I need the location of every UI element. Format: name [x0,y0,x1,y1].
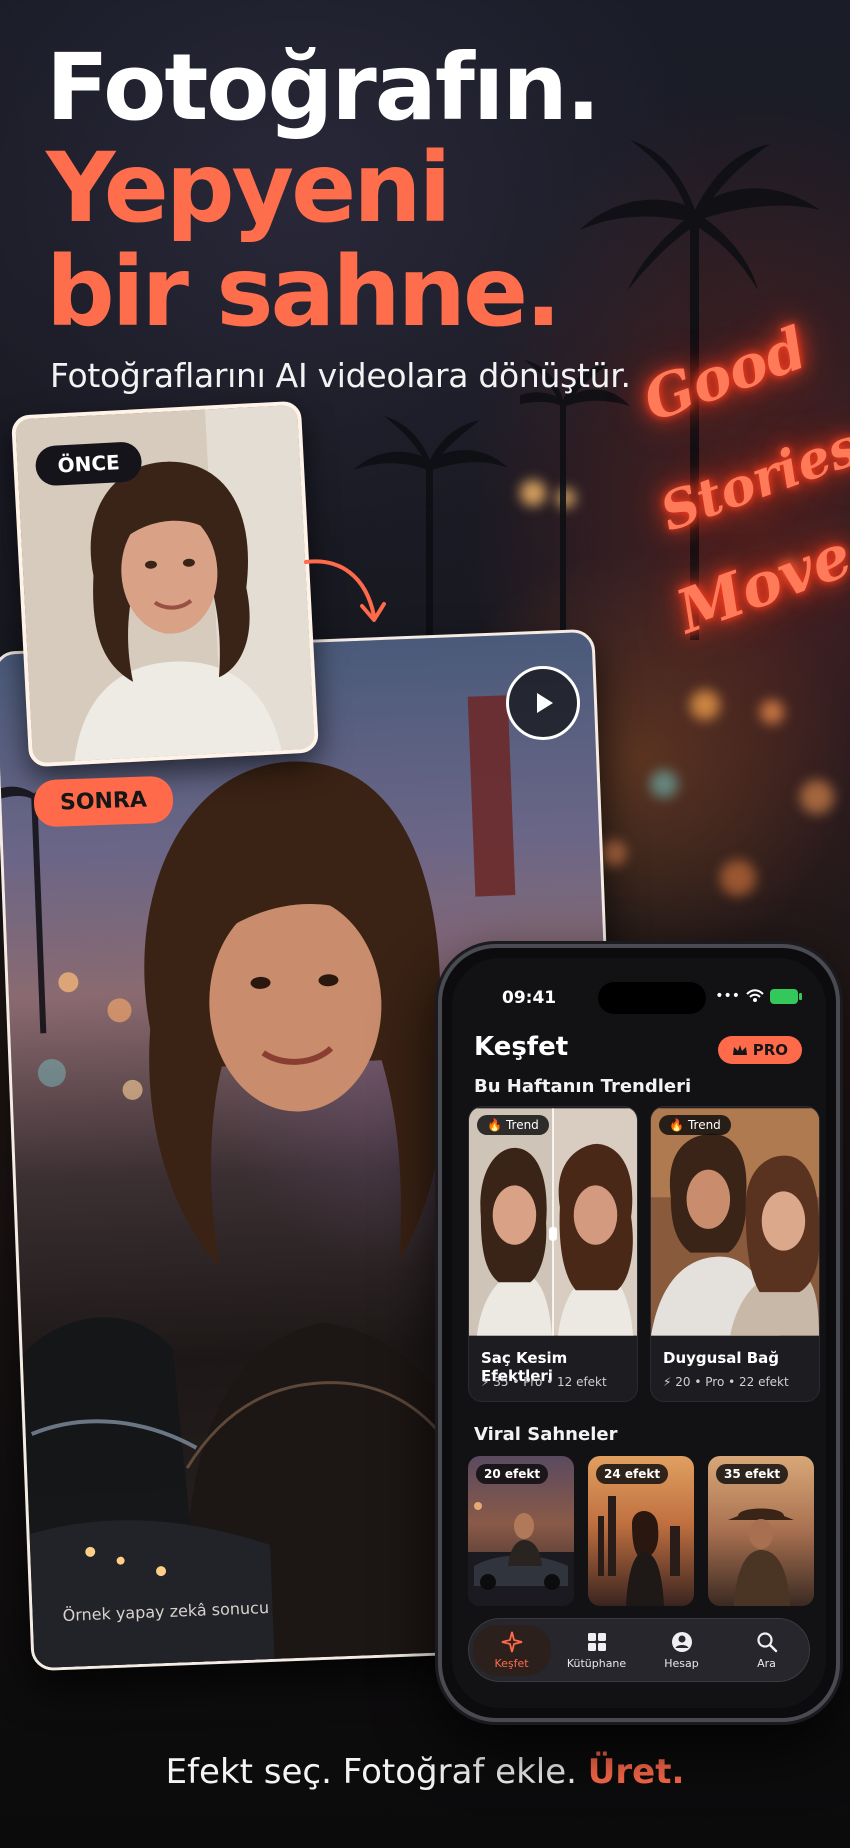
tab-label: Hesap [664,1656,699,1670]
play-button[interactable] [506,666,580,740]
before-label: ÖNCE [34,441,143,487]
phone-mockup: 09:41 ••• Keşfet PRO Bu Haftanın Trendle… [438,944,840,1722]
wifi-icon [746,989,764,1002]
trend-card-meta: ⚡ 20 • Pro • 22 efekt [663,1375,789,1389]
phone-screen: 09:41 ••• Keşfet PRO Bu Haftanın Trendle… [452,958,826,1708]
battery-icon [770,988,802,1004]
trends-section-title: Bu Haftanın Trendleri [474,1076,692,1097]
footer-accent: Üret. [587,1752,685,1792]
viral-card[interactable]: 35 efekt [708,1456,814,1606]
tab-kutuphane[interactable]: Kütüphane [558,1625,636,1676]
search-icon [756,1631,777,1652]
trend-card-meta-text: 35 • Pro • 12 efekt [493,1375,607,1389]
status-time: 09:41 [502,988,557,1008]
trend-card-meta: ⚡ 35 • Pro • 12 efekt [481,1375,607,1389]
sparkle-icon [501,1631,522,1652]
curved-arrow-icon [304,559,386,622]
headline-line-3: bir sahne. [46,236,562,348]
tab-kesfet[interactable]: Keşfet [472,1624,551,1676]
trend-chip-label: Trend [687,1118,721,1132]
tab-ara[interactable]: Ara [728,1625,806,1676]
trend-card[interactable]: 🔥 Trend Saç Kesim Efektleri ⚡ 35 • Pro •… [468,1106,638,1402]
trend-card-image [469,1108,637,1336]
headline: Fotoğrafın. Yepyeni bir sahne. [46,34,601,348]
headline-line-1: Fotoğrafın. [46,34,601,141]
neon-line-3: Move [668,520,850,648]
neon-line-1: Good [634,313,816,435]
viral-chip: 20 efekt [476,1464,549,1484]
trend-chip-label: Trend [505,1118,539,1132]
footer-text: Efekt seç. Fotoğraf ekle. [165,1752,577,1792]
before-photo-card: ÖNCE [10,400,320,768]
viral-section-title: Viral Sahneler [474,1424,618,1445]
viral-card[interactable]: 20 efekt [468,1456,574,1606]
bolt-icon: ⚡ [481,1375,490,1389]
neon-sign: Good Stories Move [625,296,850,723]
bolt-icon: ⚡ [663,1375,672,1389]
user-icon [671,1631,692,1652]
fire-icon: 🔥 [669,1118,684,1132]
pro-label: PRO [752,1041,788,1059]
pro-button[interactable]: PRO [717,1036,802,1064]
after-label: SONRA [33,775,174,828]
trend-card[interactable]: 🔥 Trend Duygusal Bağ ⚡ 20 • Pro • 22 efe… [650,1106,820,1402]
trend-chip: 🔥 Trend [477,1115,549,1135]
tab-hesap[interactable]: Hesap [643,1625,721,1676]
trend-card-meta-text: 20 • Pro • 22 efekt [675,1375,789,1389]
grid-icon [587,1632,606,1651]
tab-label: Ara [757,1656,776,1670]
trend-chip: 🔥 Trend [659,1115,731,1135]
neon-line-2: Stories [652,415,850,544]
status-icons: ••• [715,988,802,1004]
trend-card-title: Duygusal Bağ [663,1349,780,1367]
viral-chip: 35 efekt [716,1464,789,1484]
dynamic-island [598,982,706,1014]
trend-card-image [651,1108,819,1336]
headline-line-2: Yepyeni [46,132,451,244]
viral-card[interactable]: 24 efekt [588,1456,694,1606]
fire-icon: 🔥 [487,1118,502,1132]
subtitle: Fotoğraflarını AI videolara dönüştür. [50,356,631,395]
footer-tagline: Efekt seç. Fotoğraf ekle. Üret. [0,1752,850,1792]
tab-bar: Keşfet Kütüphane Hesap Ara [468,1618,810,1682]
page-title: Keşfet [474,1032,569,1062]
tab-label: Kütüphane [566,1656,627,1670]
signal-icon: ••• [715,988,740,1004]
tab-label: Keşfet [494,1656,529,1670]
play-icon [537,693,553,713]
viral-chip: 24 efekt [596,1464,669,1484]
crown-icon [732,1045,747,1055]
